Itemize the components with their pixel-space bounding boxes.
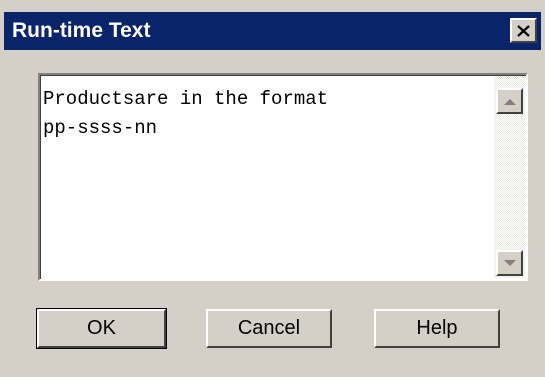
arrow-up-icon bbox=[503, 98, 516, 105]
ok-button[interactable]: OK bbox=[36, 308, 167, 349]
title-bar[interactable]: Run-time Text bbox=[4, 12, 541, 50]
runtime-text-content: Productsare in the format pp-ssss-nn bbox=[43, 85, 488, 143]
close-button[interactable] bbox=[510, 18, 537, 43]
vertical-scrollbar[interactable] bbox=[494, 76, 525, 278]
cancel-button[interactable]: Cancel bbox=[206, 309, 332, 348]
text-line-1: Productsare in the format bbox=[43, 88, 329, 110]
run-time-text-dialog: Run-time Text Productsare in the format … bbox=[0, 0, 545, 377]
runtime-text-field[interactable]: Productsare in the format pp-ssss-nn bbox=[38, 73, 528, 281]
scroll-down-button[interactable] bbox=[496, 250, 523, 276]
text-line-2: pp-ssss-nn bbox=[43, 117, 158, 139]
close-icon bbox=[517, 24, 530, 37]
window-title: Run-time Text bbox=[12, 19, 151, 42]
arrow-down-icon bbox=[503, 259, 516, 266]
scroll-up-button[interactable] bbox=[496, 88, 523, 114]
help-button[interactable]: Help bbox=[374, 309, 500, 348]
